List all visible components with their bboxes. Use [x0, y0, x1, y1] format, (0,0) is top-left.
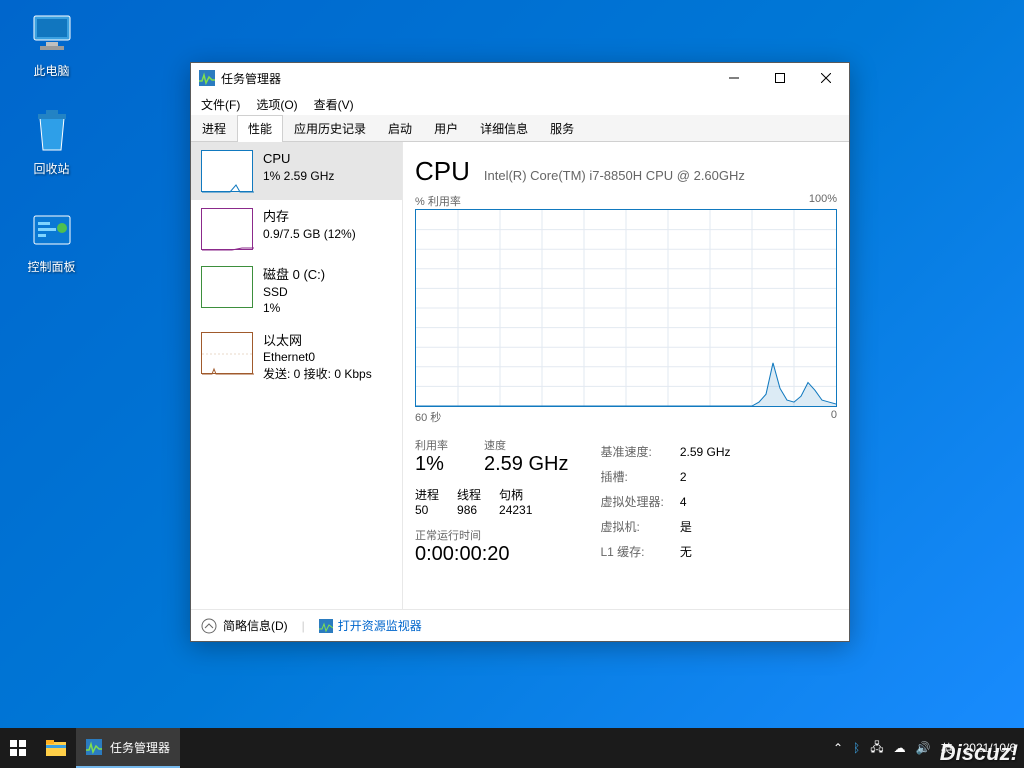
control-panel-icon [28, 206, 76, 254]
stat-label: 线程 [457, 486, 481, 503]
desktop-icon-label: 回收站 [33, 160, 69, 177]
onedrive-icon[interactable]: ☁ [894, 741, 906, 755]
network-icon[interactable]: 🖧 [870, 738, 883, 759]
sidebar-item-sub: Ethernet0 [263, 349, 372, 365]
desktop-icon-this-pc[interactable]: 此电脑 [14, 10, 89, 79]
sidebar-item-title: CPU [263, 150, 334, 168]
start-button[interactable] [0, 728, 36, 768]
taskbar-file-explorer[interactable] [36, 728, 76, 768]
kv-value: 无 [680, 541, 731, 564]
menu-options[interactable]: 选项(O) [250, 94, 303, 115]
open-resource-monitor-link[interactable]: 打开资源监视器 [319, 617, 422, 634]
chart-ymin: 0 [831, 409, 837, 425]
tab-performance[interactable]: 性能 [237, 115, 283, 142]
desktop-icon-label: 控制面板 [27, 258, 75, 275]
uptime-label: 正常运行时间 [415, 527, 568, 543]
tab-users[interactable]: 用户 [423, 115, 469, 141]
main-heading: CPU [415, 156, 470, 187]
sidebar-item-title: 内存 [263, 208, 356, 226]
sidebar-item-memory[interactable]: 内存0.9/7.5 GB (12%) [191, 200, 402, 258]
tab-details[interactable]: 详细信息 [469, 115, 539, 141]
processes-value: 50 [415, 503, 439, 517]
tab-app-history[interactable]: 应用历史记录 [283, 115, 377, 141]
kv-value: 4 [680, 491, 731, 514]
menu-file[interactable]: 文件(F) [195, 94, 246, 115]
cpu-thumb [201, 150, 253, 192]
stat-label: 利用率 [415, 437, 448, 453]
sidebar-item-sub: 0.9/7.5 GB (12%) [263, 226, 356, 242]
taskbar-task-manager[interactable]: 任务管理器 [76, 728, 180, 768]
fewer-details-button[interactable]: 简略信息(D) [201, 617, 288, 634]
volume-icon[interactable]: 🔊 [916, 741, 931, 755]
kv-label: L1 缓存: [600, 541, 677, 564]
sidebar-item-sub: 1% 2.59 GHz [263, 168, 334, 184]
kv-value: 2.59 GHz [680, 441, 731, 464]
close-button[interactable] [803, 63, 849, 93]
maximize-button[interactable] [757, 63, 803, 93]
chevron-up-circle-icon [201, 618, 217, 634]
menu-view[interactable]: 查看(V) [308, 94, 360, 115]
sidebar-item-title: 以太网 [263, 332, 372, 350]
titlebar[interactable]: 任务管理器 [191, 63, 849, 93]
sidebar-item-ethernet[interactable]: 以太网Ethernet0发送: 0 接收: 0 Kbps [191, 324, 402, 390]
tab-processes[interactable]: 进程 [191, 115, 237, 141]
kv-label: 虚拟处理器: [600, 491, 677, 514]
recycle-bin-icon [28, 108, 76, 156]
taskbar: 任务管理器 ⌃ ᛒ 🖧 ☁ 🔊 英 2021/10/6 [0, 728, 1024, 768]
kv-label: 虚拟机: [600, 516, 677, 539]
desktop-icon-label: 此电脑 [33, 62, 69, 79]
chart-xlabel: 60 秒 [415, 409, 441, 425]
chart-ylabel: % 利用率 [415, 193, 461, 209]
sidebar-item-disk[interactable]: 磁盘 0 (C:)SSD1% [191, 258, 402, 324]
kv-value: 2 [680, 466, 731, 489]
taskbar-app-label: 任务管理器 [110, 739, 170, 756]
kv-value: 是 [680, 516, 731, 539]
stat-label: 句柄 [499, 486, 532, 503]
sidebar-item-sub: SSD [263, 284, 325, 300]
kv-label: 基准速度: [600, 441, 677, 464]
task-manager-window: 任务管理器 文件(F) 选项(O) 查看(V) 进程 性能 应用历史记录 启动 … [190, 62, 850, 642]
watermark: Discuz! [940, 740, 1018, 766]
fewer-details-label: 简略信息(D) [223, 617, 288, 634]
sidebar-item-title: 磁盘 0 (C:) [263, 266, 325, 284]
tab-startup[interactable]: 启动 [377, 115, 423, 141]
sidebar-item-sub: 发送: 0 接收: 0 Kbps [263, 366, 372, 382]
task-manager-icon [86, 739, 102, 755]
stat-label: 进程 [415, 486, 439, 503]
tabbar: 进程 性能 应用历史记录 启动 用户 详细信息 服务 [191, 115, 849, 142]
tray-chevron-icon[interactable]: ⌃ [833, 741, 843, 755]
tab-services[interactable]: 服务 [539, 115, 585, 141]
window-footer: 简略信息(D) | 打开资源监视器 [191, 609, 849, 641]
kv-label: 插槽: [600, 466, 677, 489]
cpu-model: Intel(R) Core(TM) i7-8850H CPU @ 2.60GHz [484, 168, 745, 183]
chart-ymax: 100% [809, 193, 837, 209]
cpu-utilization-chart [415, 209, 837, 407]
disk-thumb [201, 266, 253, 308]
computer-icon [28, 10, 76, 58]
handles-value: 24231 [499, 503, 532, 517]
windows-icon [10, 740, 26, 756]
speed-value: 2.59 GHz [484, 453, 568, 476]
minimize-button[interactable] [711, 63, 757, 93]
desktop-icon-recycle-bin[interactable]: 回收站 [14, 108, 89, 177]
menubar: 文件(F) 选项(O) 查看(V) [191, 93, 849, 115]
utilization-value: 1% [415, 453, 448, 476]
performance-main: CPU Intel(R) Core(TM) i7-8850H CPU @ 2.6… [403, 142, 849, 609]
resmon-label: 打开资源监视器 [338, 617, 422, 634]
ethernet-thumb [201, 332, 253, 374]
window-title: 任务管理器 [221, 70, 711, 87]
cpu-details-table: 基准速度:2.59 GHz 插槽:2 虚拟处理器:4 虚拟机:是 L1 缓存:无 [598, 439, 732, 566]
resource-monitor-icon [319, 619, 333, 633]
sidebar-item-cpu[interactable]: CPU1% 2.59 GHz [191, 142, 402, 200]
desktop-icon-control-panel[interactable]: 控制面板 [14, 206, 89, 275]
sidebar-item-sub: 1% [263, 300, 325, 316]
memory-thumb [201, 208, 253, 250]
uptime-value: 0:00:00:20 [415, 543, 568, 566]
file-explorer-icon [46, 740, 66, 756]
stat-label: 速度 [484, 437, 568, 453]
performance-sidebar: CPU1% 2.59 GHz 内存0.9/7.5 GB (12%) 磁盘 0 (… [191, 142, 403, 609]
threads-value: 986 [457, 503, 481, 517]
bluetooth-icon[interactable]: ᛒ [853, 741, 860, 755]
task-manager-icon [199, 70, 215, 86]
